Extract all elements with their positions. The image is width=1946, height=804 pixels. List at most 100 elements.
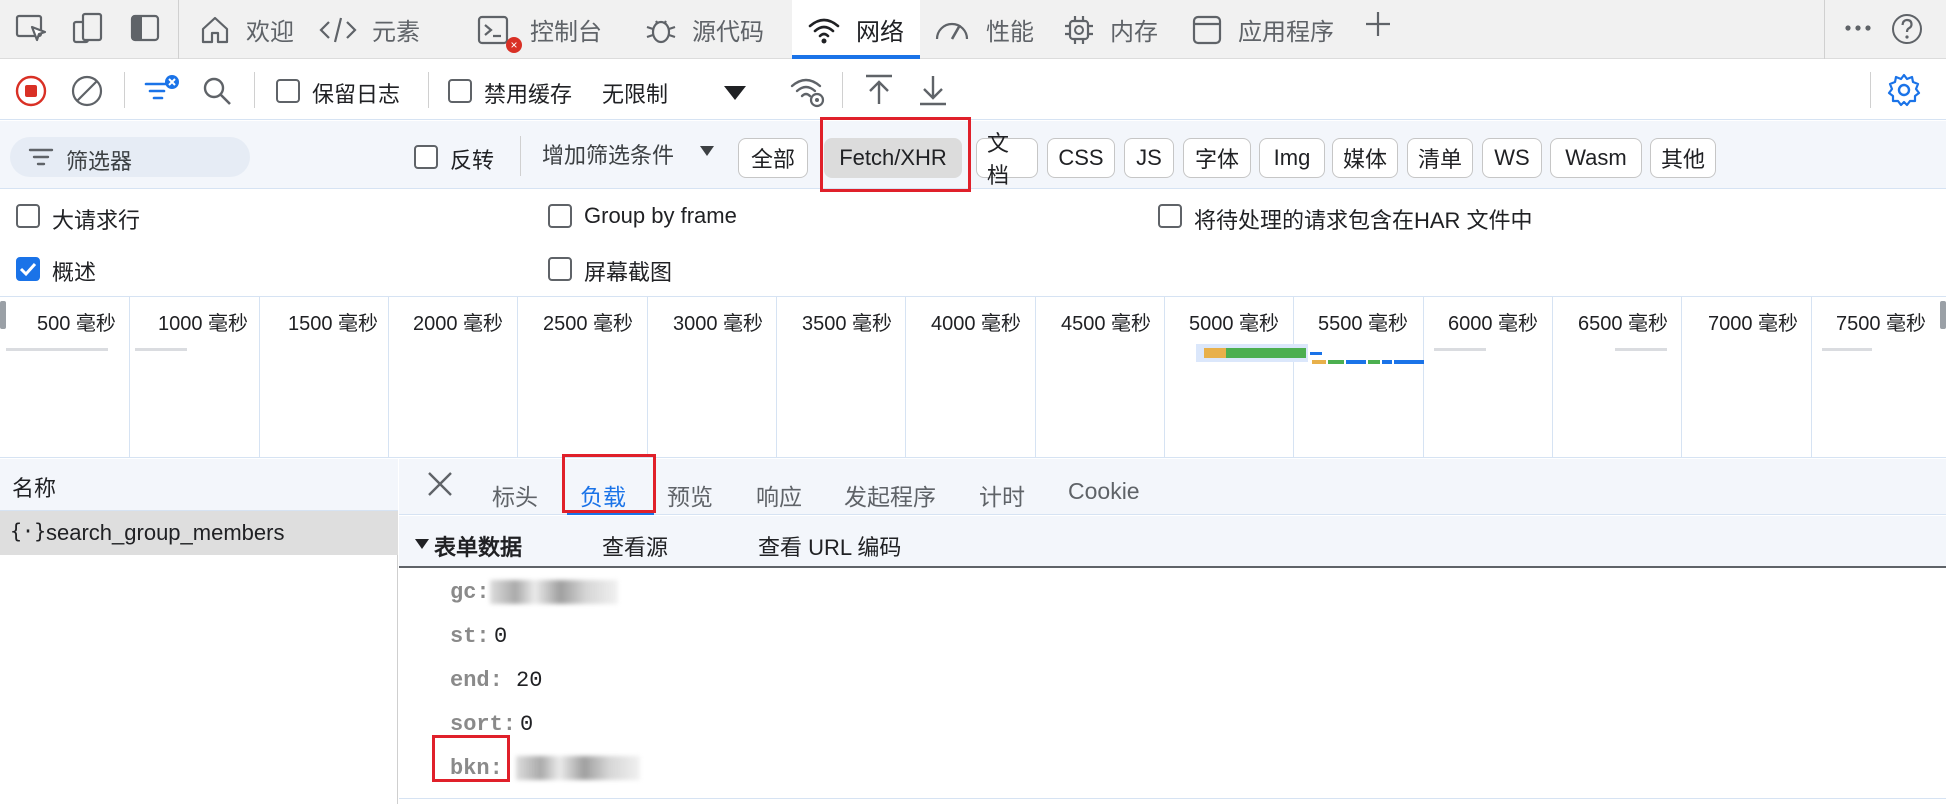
type-filter-media[interactable]: 媒体: [1332, 138, 1398, 178]
throttling-dropdown-icon[interactable]: [722, 84, 748, 102]
timeline-tick-label: 3000 毫秒: [673, 313, 764, 335]
filter-funnel-icon: [28, 145, 54, 169]
help-icon[interactable]: [1890, 12, 1924, 46]
search-icon[interactable]: [200, 74, 234, 108]
redacted-value: [516, 756, 640, 780]
network-settings-gear-icon[interactable]: [1886, 72, 1922, 108]
tab-performance[interactable]: 性能: [932, 0, 1052, 59]
timeline-tick-label: 1500 毫秒: [288, 313, 379, 335]
invert-label: 反转: [450, 148, 495, 173]
view-url-encoded-button[interactable]: 查看 URL 编码: [758, 530, 901, 562]
tab-timing[interactable]: 计时: [979, 478, 1025, 512]
close-icon[interactable]: [426, 470, 454, 498]
timeline-tick-label: 7000 毫秒: [1708, 313, 1799, 335]
overview-label: 概述: [52, 260, 97, 285]
timeline-tick-label: 2000 毫秒: [413, 313, 504, 335]
tab-response[interactable]: 响应: [756, 478, 802, 512]
field-value: 0: [520, 712, 534, 737]
disable-cache-checkbox[interactable]: [448, 79, 472, 103]
timeline-tick-label: 1000 毫秒: [158, 313, 249, 335]
large-rows-checkbox[interactable]: [16, 204, 40, 228]
group-by-frame-label: Group by frame: [584, 203, 737, 228]
highlight-box-fetch-xhr: [820, 117, 971, 192]
preserve-log-checkbox[interactable]: [276, 79, 300, 103]
add-tab-icon[interactable]: [1362, 8, 1394, 40]
invert-checkbox[interactable]: [414, 145, 438, 169]
type-filter-other[interactable]: 其他: [1650, 138, 1716, 178]
field-key: gc:: [450, 580, 490, 605]
group-by-frame-checkbox[interactable]: [548, 204, 572, 228]
filter-toggle-icon[interactable]: [142, 72, 182, 108]
timeline-tick-label: 5500 毫秒: [1318, 313, 1409, 335]
timeline-tick-label: 2500 毫秒: [543, 313, 634, 335]
more-options-icon[interactable]: [1842, 12, 1874, 44]
highlight-box-bkn: [432, 735, 510, 782]
overview-left-handle[interactable]: [0, 301, 6, 329]
har-pending-checkbox[interactable]: [1158, 204, 1182, 228]
tab-memory[interactable]: 内存: [1062, 0, 1182, 59]
type-filter-doc[interactable]: 文档: [976, 131, 1038, 188]
checkmark-icon: [19, 262, 37, 277]
dock-side-icon[interactable]: [128, 10, 164, 46]
view-source-button[interactable]: 查看源: [602, 530, 668, 562]
tab-headers[interactable]: 标头: [492, 478, 538, 512]
chip-icon: [1062, 13, 1096, 47]
type-filter-js[interactable]: JS: [1124, 138, 1174, 178]
console-icon: ×: [476, 13, 522, 53]
tab-cookies[interactable]: Cookie: [1068, 478, 1140, 505]
clear-icon[interactable]: [70, 74, 104, 108]
import-har-icon[interactable]: [862, 72, 896, 108]
tab-elements[interactable]: 元素: [318, 0, 448, 59]
overview-bar: [1310, 352, 1322, 355]
network-conditions-icon[interactable]: [788, 72, 828, 110]
tab-preview[interactable]: 预览: [667, 478, 713, 512]
overview-bar: [6, 348, 108, 351]
export-har-icon[interactable]: [916, 72, 950, 108]
disable-cache-label: 禁用缓存: [484, 82, 573, 107]
overview-right-handle[interactable]: [1940, 301, 1946, 329]
type-filter-wasm[interactable]: Wasm: [1550, 138, 1642, 178]
field-key: st:: [450, 624, 490, 649]
overview-bar: [1226, 348, 1306, 358]
overview-bar: [1328, 360, 1344, 364]
field-value: 20: [516, 668, 543, 693]
name-column-header[interactable]: 名称: [12, 471, 56, 503]
tab-console[interactable]: × 控制台: [476, 0, 626, 59]
collapse-triangle-icon[interactable]: [414, 538, 430, 550]
type-filter-manifest[interactable]: 清单: [1407, 138, 1473, 178]
type-filter-css[interactable]: CSS: [1047, 138, 1115, 178]
screenshots-label: 屏幕截图: [584, 260, 673, 285]
record-stop-icon[interactable]: [14, 74, 48, 108]
tab-sources[interactable]: 源代码: [644, 0, 794, 59]
error-badge-icon: ×: [506, 36, 522, 53]
overview-checkbox[interactable]: [16, 257, 40, 281]
overview-timeline[interactable]: 500 毫秒 1000 毫秒 1500 毫秒 2000 毫秒 2500 毫秒 3…: [0, 296, 1946, 458]
type-filter-ws[interactable]: WS: [1482, 138, 1542, 178]
device-toolbar-icon[interactable]: [70, 10, 106, 46]
inspect-element-icon[interactable]: [14, 10, 50, 46]
type-filter-img[interactable]: Img: [1259, 138, 1325, 178]
highlight-box-payload-tab: [562, 454, 656, 513]
tab-application[interactable]: 应用程序: [1190, 0, 1350, 59]
tab-welcome[interactable]: 欢迎: [180, 0, 298, 59]
field-key: sort:: [450, 712, 517, 737]
tab-initiator[interactable]: 发起程序: [844, 478, 936, 512]
more-filters-dropdown[interactable]: 增加筛选条件: [542, 138, 674, 170]
more-filters-caret-icon[interactable]: [698, 144, 716, 158]
overview-bar: [135, 348, 187, 351]
request-row[interactable]: {·} search_group_members: [0, 511, 398, 555]
throttling-select[interactable]: 无限制: [602, 77, 668, 109]
form-data-title: 表单数据: [434, 535, 523, 560]
preserve-log-label: 保留日志: [312, 82, 401, 107]
timeline-tick-label: 4500 毫秒: [1061, 313, 1152, 335]
overview-bar: [1368, 360, 1380, 364]
type-filter-font[interactable]: 字体: [1183, 138, 1251, 178]
field-value: 0: [494, 624, 508, 649]
screenshots-checkbox[interactable]: [548, 257, 572, 281]
overview-bar: [1204, 348, 1226, 358]
tab-network[interactable]: 网络: [792, 0, 920, 59]
type-filter-all[interactable]: 全部: [738, 138, 808, 178]
gauge-icon: [932, 13, 972, 47]
wifi-icon: [806, 13, 842, 47]
har-pending-label: 将待处理的请求包含在HAR 文件中: [1194, 208, 1533, 233]
